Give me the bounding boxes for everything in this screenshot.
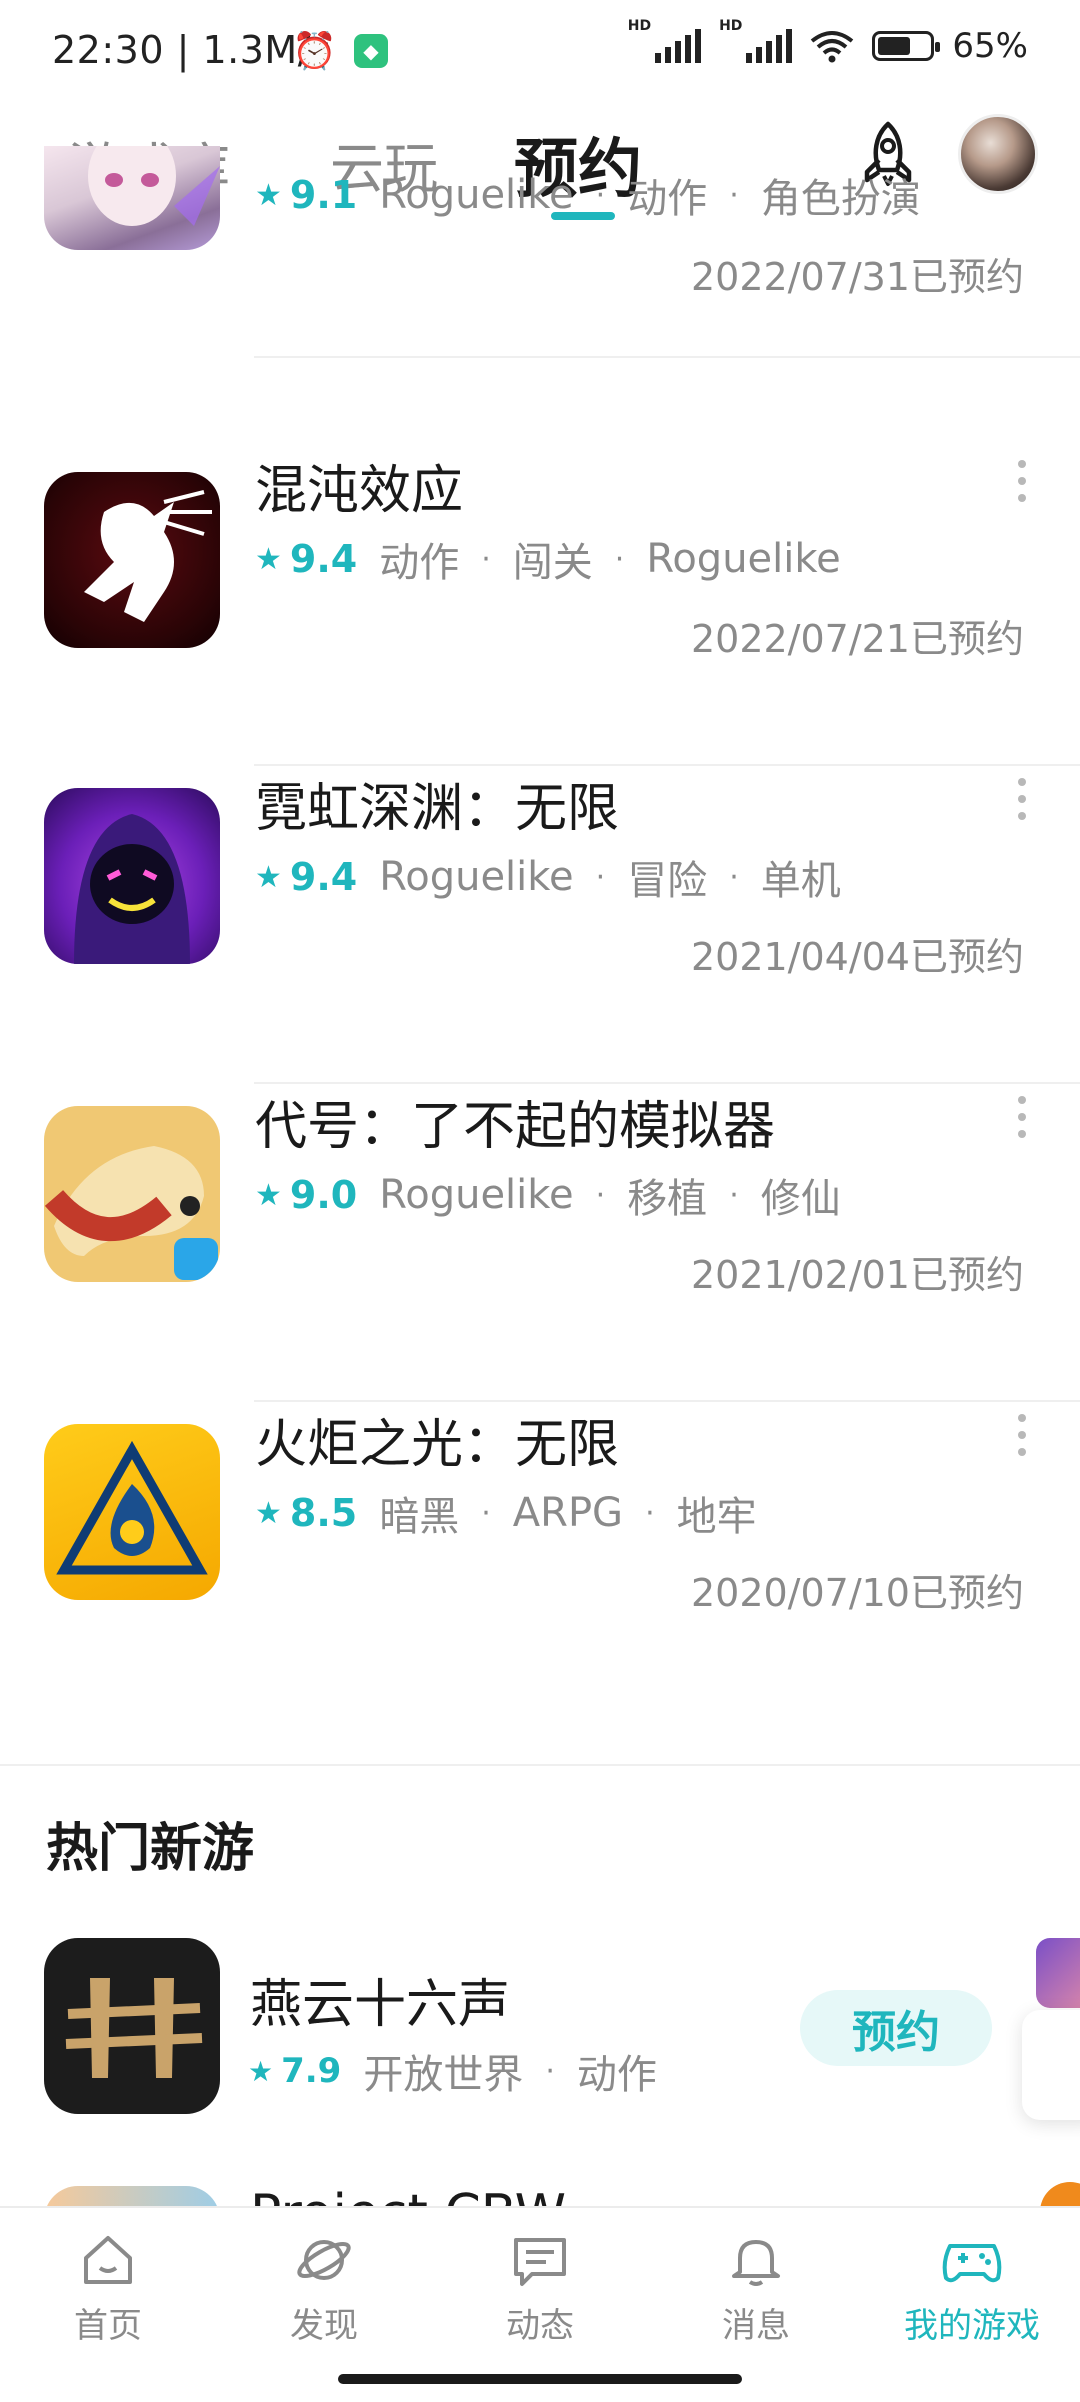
reserve-date: 2021/02/01已预约 [690, 1253, 1024, 1297]
side-thumbnail [1036, 1938, 1080, 2008]
game-icon [44, 788, 220, 964]
alarm-icon: ⏰ [292, 31, 337, 72]
status-icons: HD HD 65% [627, 18, 1028, 66]
game-rating: 9.1 [289, 173, 358, 217]
nav-label: 发现 [290, 2306, 358, 2346]
game-title: 混沌效应 [255, 461, 464, 521]
list-item[interactable]: ★ 9.1 Roguelike · 动作 · 角色扮演 2022/07/31已预约 [0, 130, 1080, 448]
game-tag: 闯关 [512, 540, 593, 586]
home-icon [84, 2236, 132, 2284]
game-icon [44, 1106, 220, 1282]
reserve-button[interactable]: 预约 [800, 1990, 992, 2066]
star-icon: ★ [248, 2054, 274, 2088]
game-tag: 动作 [627, 176, 708, 222]
game-title: 代号：了不起的模拟器 [255, 1097, 776, 1157]
nav-messages[interactable]: 消息 [676, 2232, 836, 2347]
game-title[interactable]: Project CBW [250, 2184, 566, 2208]
game-tag: 动作 [379, 540, 460, 586]
game-tag: Roguelike [379, 1172, 574, 1218]
game-tag: 修仙 [760, 1176, 841, 1222]
game-rating: 9.0 [289, 1173, 358, 1217]
game-icon [44, 1424, 220, 1600]
game-icon [44, 472, 220, 648]
reserve-date: 2021/04/04已预约 [690, 935, 1024, 979]
game-meta: ★ 9.4 动作 · 闯关 · Roguelike [255, 530, 841, 588]
game-rating: 9.4 [289, 537, 358, 581]
game-meta: ★ 9.1 Roguelike · 动作 · 角色扮演 [255, 166, 921, 224]
game-tag: ARPG [512, 1490, 624, 1536]
battery-icon [872, 31, 941, 61]
nav-home[interactable]: 首页 [28, 2232, 188, 2347]
game-tag: Roguelike [379, 854, 574, 900]
status-time: 22:30 | 1.3M/s [52, 28, 332, 72]
floating-download-card[interactable] [1022, 2010, 1080, 2120]
signal-icon-2 [746, 29, 793, 63]
game-meta: ★ 8.5 暗黑 · ARPG · 地牢 [255, 1484, 757, 1542]
gamepad-icon [942, 2244, 1002, 2283]
game-tag: 单机 [760, 858, 841, 904]
more-options-icon[interactable] [1018, 1414, 1026, 1465]
list-item[interactable]: 火炬之光：无限 ★ 8.5 暗黑 · ARPG · 地牢 2020/07/10已预约 [0, 1402, 1080, 1720]
nav-label: 首页 [74, 2306, 142, 2346]
wifi-icon [811, 31, 854, 63]
game-tag: 移植 [627, 1176, 708, 1222]
game-rating: 8.5 [289, 1491, 358, 1535]
star-icon: ★ [255, 541, 282, 577]
reserve-date: 2022/07/21已预约 [690, 617, 1024, 661]
gesture-home-bar[interactable] [338, 2374, 742, 2384]
section-title: 热门新游 [46, 1819, 255, 1879]
bottom-navigation: 首页 发现 动态 消息 我的游戏 [0, 2206, 1080, 2402]
more-options-icon[interactable] [1018, 1096, 1026, 1147]
nav-label: 消息 [722, 2306, 790, 2346]
nav-label: 动态 [506, 2306, 574, 2346]
game-tag: 地牢 [676, 1494, 757, 1540]
star-icon: ★ [255, 1177, 282, 1213]
status-bar: 22:30 | 1.3M/s ⏰ ◆ HD HD 65% [0, 0, 1080, 100]
nav-label: 我的游戏 [904, 2306, 1040, 2346]
more-options-icon[interactable] [1018, 460, 1026, 511]
game-rating: 7.9 [281, 2051, 342, 2091]
battery-percent: 65% [952, 26, 1028, 66]
game-meta: ★ 9.0 Roguelike · 移植 · 修仙 [255, 1166, 841, 1224]
list-item[interactable]: 混沌效应 ★ 9.4 动作 · 闯关 · Roguelike 2022/07/21已… [0, 448, 1080, 766]
nav-discover[interactable]: 发现 [244, 2232, 404, 2347]
game-tag: 开放世界 [363, 2052, 524, 2098]
game-tag: Roguelike [646, 536, 841, 582]
game-tag: Roguelike [379, 172, 574, 218]
game-title[interactable]: 燕云十六声 [250, 1962, 510, 2037]
planet-icon [297, 2240, 351, 2280]
more-options-icon[interactable] [1018, 778, 1026, 829]
game-rating: 9.4 [289, 855, 358, 899]
section-divider [0, 1764, 1080, 1766]
star-icon: ★ [255, 859, 282, 895]
star-icon: ★ [255, 177, 282, 213]
divider [254, 356, 1080, 358]
game-meta: ★ 7.9 开放世界 · 动作 [248, 2042, 657, 2100]
list-item[interactable]: 霓虹深渊：无限 ★ 9.4 Roguelike · 冒险 · 单机 2021/04/… [0, 766, 1080, 1084]
game-tag: 暗黑 [379, 1494, 460, 1540]
game-tag: 角色扮演 [760, 176, 921, 222]
signal-icon [655, 29, 702, 63]
reserve-date: 2022/07/31已预约 [690, 255, 1024, 299]
shield-icon: ◆ [354, 34, 388, 68]
nav-my-games[interactable]: 我的游戏 [892, 2232, 1052, 2347]
game-icon[interactable] [44, 1938, 220, 2114]
game-title: 霓虹深渊：无限 [255, 779, 620, 839]
star-icon: ★ [255, 1495, 282, 1531]
chat-icon [514, 2238, 566, 2286]
bell-icon [732, 2240, 780, 2286]
nav-feed[interactable]: 动态 [460, 2232, 620, 2347]
reserve-date: 2020/07/10已预约 [690, 1571, 1024, 1615]
list-item[interactable]: 代号：了不起的模拟器 ★ 9.0 Roguelike · 移植 · 修仙 2021/… [0, 1084, 1080, 1402]
game-icon [44, 146, 220, 250]
game-tag: 动作 [576, 2052, 657, 2098]
game-meta: ★ 9.4 Roguelike · 冒险 · 单机 [255, 848, 841, 906]
game-tag: 冒险 [627, 858, 708, 904]
game-title: 火炬之光：无限 [255, 1415, 620, 1475]
